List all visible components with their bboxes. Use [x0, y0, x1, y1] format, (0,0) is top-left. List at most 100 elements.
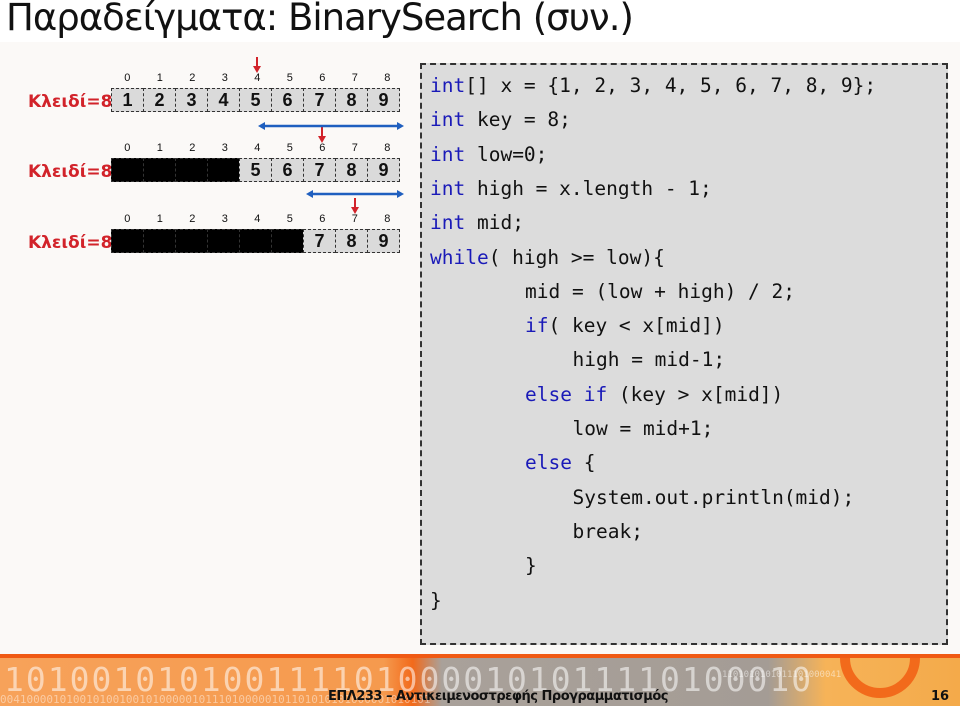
code-keyword: int	[430, 142, 466, 166]
array-index: 3	[221, 72, 228, 84]
code-line: high = mid-1;	[573, 343, 726, 377]
array-index: 6	[319, 72, 326, 84]
array-index: 8	[384, 142, 391, 154]
code-text: {	[571, 451, 596, 475]
array-cell: 9	[367, 158, 400, 182]
code-line: int[] x = {1, 2, 3, 4, 5, 6, 7, 8, 9};	[430, 69, 876, 103]
page-number: 16	[931, 689, 950, 704]
code-line: low = mid+1;	[573, 412, 714, 446]
array-cell: 7	[303, 229, 336, 253]
code-line: int key = 8;	[430, 103, 571, 137]
code-keyword: else if	[525, 382, 608, 406]
array-cell: 7	[303, 158, 336, 182]
array-index: 4	[254, 72, 261, 84]
array-index: 7	[351, 213, 358, 225]
index-row: 0 1 2 3 4 5 6 7 8	[111, 72, 404, 84]
array-index: 0	[124, 213, 131, 225]
code-line: if( key < x[mid])	[525, 309, 725, 343]
code-line: int high = x.length - 1;	[430, 172, 712, 206]
array-cell: 9	[367, 229, 400, 253]
array-index: 0	[124, 142, 131, 154]
array-index: 8	[384, 72, 391, 84]
code-line: else {	[525, 446, 595, 480]
code-text: mid = (low + high) / 2;	[525, 279, 796, 303]
code-text: ( key < x[mid])	[548, 314, 725, 338]
code-text: (key > x[mid])	[607, 382, 784, 406]
code-line: while( high >= low){	[430, 241, 665, 275]
code-text: high = x.length - 1;	[465, 176, 712, 200]
code-keyword: else	[525, 451, 572, 475]
array-index: 7	[351, 142, 358, 154]
array-cell-eliminated	[175, 158, 208, 182]
code-text: mid;	[465, 211, 524, 235]
code-text: high = mid-1;	[572, 348, 726, 372]
array-index: 4	[254, 213, 261, 225]
array-index: 2	[189, 72, 196, 84]
code-line: int low=0;	[430, 138, 547, 172]
code-line: else if (key > x[mid])	[525, 378, 783, 412]
array-cell-eliminated	[239, 229, 272, 253]
array-index: 7	[351, 72, 358, 84]
array-cell: 8	[335, 229, 368, 253]
key-label: Κλειδί=8	[28, 162, 113, 182]
mid-pointer-arrow-icon	[350, 198, 359, 214]
code-keyword: int	[430, 108, 466, 132]
code-text: low = mid+1;	[572, 417, 714, 440]
array-cell: 6	[271, 158, 304, 182]
array-index: 3	[221, 213, 228, 225]
array-index: 8	[384, 213, 391, 225]
code-keyword: if	[525, 314, 549, 338]
code-text: }	[430, 588, 442, 612]
range-arrow-step2-bottom	[306, 190, 404, 198]
mid-pointer-arrow-icon	[253, 57, 262, 73]
array-index: 2	[189, 213, 196, 225]
array-cell-eliminated	[111, 158, 144, 182]
code-line: }	[430, 584, 442, 618]
array-index: 1	[156, 72, 163, 84]
array-cell: 4	[207, 88, 240, 112]
array-row: 789	[111, 229, 400, 253]
array-cell-eliminated	[207, 229, 240, 253]
course-name: ΕΠΛ233 – Αντικειμενοστρεφής Προγραμματισ…	[328, 689, 669, 704]
index-row: 0 1 2 3 4 5 6 7 8	[111, 213, 404, 225]
slide-title: Παραδείγματα: BinarySearch (συν.)	[6, 0, 634, 39]
footer-ring-decoration	[840, 658, 920, 698]
array-cell: 7	[303, 88, 336, 112]
array-cell: 2	[143, 88, 176, 112]
array-index: 6	[319, 142, 326, 154]
array-index: 0	[124, 72, 131, 84]
code-keyword: int	[430, 176, 466, 200]
code-text: break;	[572, 519, 643, 543]
array-index: 5	[286, 213, 293, 225]
key-label: Κλειδί=8	[28, 92, 113, 112]
range-arrow-step2-top	[258, 122, 404, 130]
array-cell-eliminated	[175, 229, 208, 253]
array-cell: 8	[335, 88, 368, 112]
array-cell-eliminated	[111, 229, 144, 253]
array-index: 2	[189, 142, 196, 154]
array-cell-eliminated	[207, 158, 240, 182]
array-cell: 8	[335, 158, 368, 182]
code-text: }	[525, 554, 537, 578]
code-text: System.out.println(mid);	[572, 485, 855, 509]
code-line: int mid;	[430, 206, 524, 240]
index-row: 0 1 2 3 4 5 6 7 8	[111, 142, 404, 154]
code-text: low=0;	[465, 142, 548, 166]
code-keyword: int	[430, 74, 466, 97]
code-line: }	[525, 549, 537, 583]
array-cell: 5	[239, 158, 272, 182]
array-cell-eliminated	[271, 229, 304, 253]
array-index: 3	[221, 142, 228, 154]
array-index: 6	[319, 213, 326, 225]
array-index: 5	[286, 72, 293, 84]
code-line: System.out.println(mid);	[573, 481, 855, 515]
footer-binary-small-decoration-2: 1101010101011101000041	[722, 670, 842, 680]
footer-banner: 1010010101001111010000101011110100010 00…	[0, 654, 960, 706]
code-text: ( high >= low){	[488, 245, 665, 269]
array-row: 56789	[111, 158, 400, 182]
array-index: 5	[286, 142, 293, 154]
array-cell: 5	[239, 88, 272, 112]
array-cell-eliminated	[143, 229, 176, 253]
array-index: 1	[156, 142, 163, 154]
code-text: key = 8;	[465, 108, 571, 132]
